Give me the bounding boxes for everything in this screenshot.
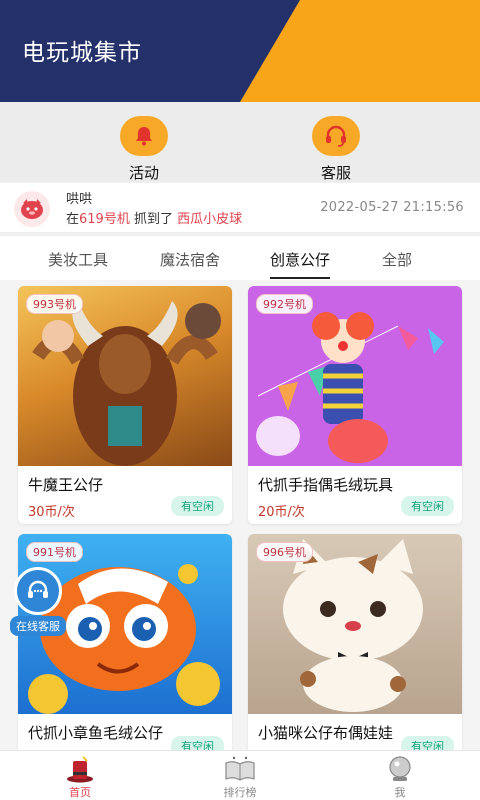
online-service-label: 在线客服: [10, 616, 66, 636]
online-service-float-button[interactable]: 在线客服: [6, 567, 70, 636]
chat-headset-icon: [14, 567, 62, 615]
category-tabs: 美妆工具 魔法宿舍 创意公仔 全部: [0, 236, 480, 280]
activity-label: 活动: [128, 164, 159, 182]
nav-home[interactable]: 首页: [40, 754, 120, 800]
machine-tag: 991号机: [26, 542, 83, 562]
tab-magic-dorm[interactable]: 魔法宿舍: [160, 249, 220, 270]
product-card[interactable]: 996号机 小猫咪公仔布偶娃娃 25币/次 有空闲: [248, 534, 462, 764]
product-name: 牛魔王公仔: [28, 476, 104, 494]
machine-tag: 993号机: [26, 294, 83, 314]
app-header: 电玩城集市: [0, 0, 480, 102]
tab-makeup-tools[interactable]: 美妆工具: [48, 249, 108, 270]
nav-me[interactable]: 我: [360, 754, 440, 800]
notice-username: 哄哄: [66, 192, 93, 207]
status-badge: 有空闲: [401, 496, 454, 516]
notice-middle: 抓到了: [129, 212, 178, 227]
product-image: 996号机: [248, 534, 462, 714]
product-image: 992号机: [248, 286, 462, 466]
nav-ranking[interactable]: 排行榜: [200, 754, 280, 800]
book-icon: [200, 754, 280, 784]
tab-creative-dolls[interactable]: 创意公仔: [270, 249, 331, 279]
tab-all[interactable]: 全部: [382, 249, 412, 270]
crystal-ball-icon: [360, 754, 440, 784]
magic-hat-icon: [40, 754, 120, 784]
notice-message: 在619号机 抓到了 西瓜小皮球: [66, 208, 242, 227]
customer-service-button[interactable]: 客服: [286, 116, 386, 183]
notice-machine: 619号机: [79, 212, 130, 227]
product-name: 代抓手指偶毛绒玩具: [258, 476, 394, 494]
notice-prefix: 在: [66, 212, 80, 227]
notice-prize: 西瓜小皮球: [177, 212, 243, 227]
nav-me-label: 我: [394, 786, 406, 799]
bell-icon: [120, 116, 168, 156]
status-badge: 有空闲: [171, 496, 224, 516]
win-notice-bar: 哄哄 在619号机 抓到了 西瓜小皮球 2022-05-27 21:15:56: [0, 183, 480, 233]
machine-tag: 996号机: [256, 542, 313, 562]
nav-ranking-label: 排行榜: [223, 786, 257, 799]
product-image: 993号机: [18, 286, 232, 466]
notice-time: 2022-05-27 21:15:56: [320, 200, 464, 215]
bottom-navigation: 首页 排行榜 我: [0, 750, 480, 800]
activity-button[interactable]: 活动: [94, 116, 194, 183]
headset-icon: [312, 116, 360, 156]
customer-service-label: 客服: [320, 164, 351, 182]
product-card[interactable]: 993号机 牛魔王公仔 30币/次 有空闲: [18, 286, 232, 524]
product-card[interactable]: 992号机 代抓手指偶毛绒玩具 20币/次 有空闲: [248, 286, 462, 524]
nav-home-label: 首页: [69, 786, 91, 799]
machine-tag: 992号机: [256, 294, 313, 314]
quick-actions: 活动 客服: [0, 102, 480, 182]
product-grid: 993号机 牛魔王公仔 30币/次 有空闲 992号机 代抓手指偶毛绒玩具 20…: [0, 280, 480, 764]
avatar: [14, 191, 50, 227]
app-title: 电玩城集市: [22, 40, 142, 66]
